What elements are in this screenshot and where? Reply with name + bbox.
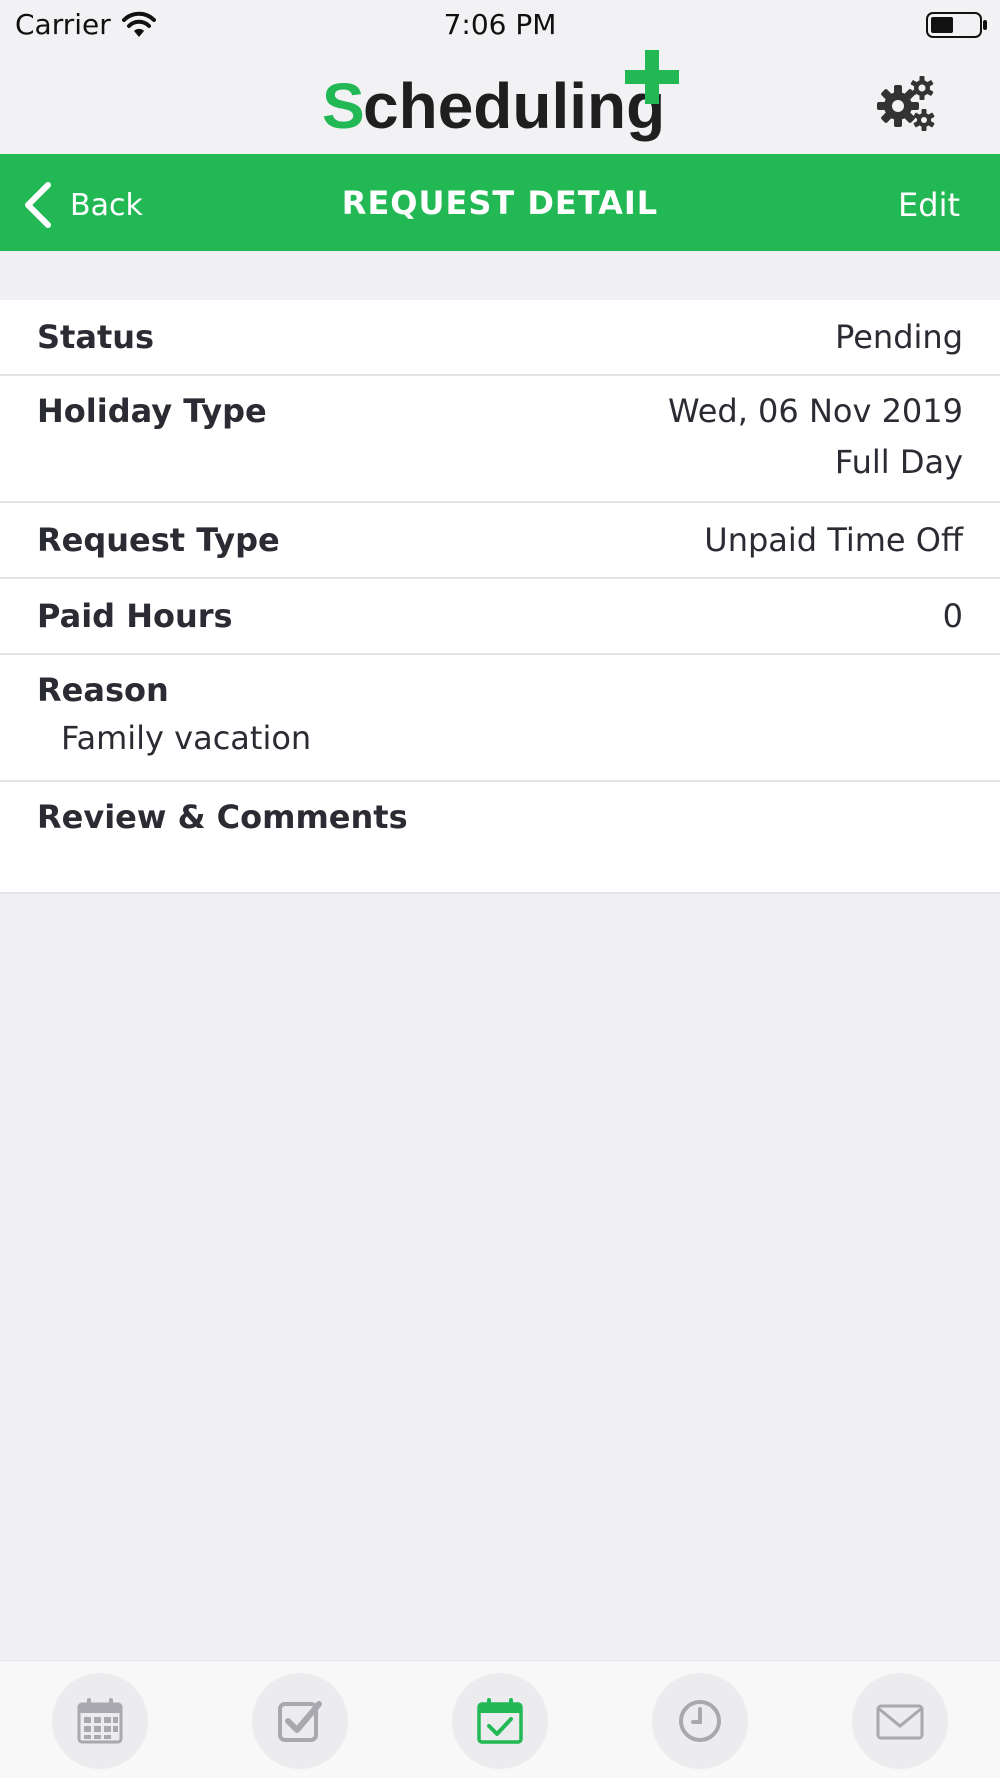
reason-row: Reason Family vacation [0,655,1000,782]
status-bar: Carrier 7:06 PM [0,0,1000,50]
paid-hours-label: Paid Hours [37,597,233,635]
checkbox-icon [278,1701,322,1742]
holiday-date: Wed, 06 Nov 2019 [667,392,963,430]
tab-bar [0,1660,1000,1778]
holiday-duration: Full Day [834,443,963,481]
review-comments-row[interactable]: Review & Comments [0,782,1000,892]
calendar-check-icon [477,1698,523,1744]
tab-calendar[interactable] [52,1673,148,1769]
request-details: Status Pending Holiday Type Wed, 06 Nov … [0,300,1000,894]
scheduling-logo: S cheduling [322,50,679,142]
edit-button[interactable]: Edit [898,186,960,224]
status-value: Pending [835,318,963,356]
reason-value: Family vacation [61,719,312,757]
holiday-type-label: Holiday Type [37,392,267,430]
gear-icon[interactable] [876,74,936,132]
app-header: S cheduling [0,50,1000,154]
mail-icon [876,1704,924,1740]
paid-hours-row: Paid Hours 0 [0,579,1000,655]
request-type-label: Request Type [37,521,280,559]
svg-text:cheduling: cheduling [363,70,665,142]
tab-timeclock[interactable] [652,1673,748,1769]
request-type-row: Request Type Unpaid Time Off [0,503,1000,579]
tab-messages[interactable] [852,1673,948,1769]
review-comments-label: Review & Comments [37,798,408,836]
reason-label: Reason [37,671,169,709]
calendar-icon [77,1698,123,1744]
clock: 7:06 PM [443,8,557,41]
svg-text:S: S [322,70,365,142]
battery-icon [926,12,987,38]
status-row: Status Pending [0,300,1000,376]
clock-icon [679,1700,721,1742]
paid-hours-value: 0 [942,597,963,635]
tab-tasks[interactable] [252,1673,348,1769]
status-label: Status [37,318,155,356]
request-type-value: Unpaid Time Off [704,521,963,559]
nav-bar: Back REQUEST DETAIL Edit [0,154,1000,251]
tab-requests[interactable] [452,1673,548,1769]
holiday-type-values: Wed, 06 Nov 2019 Full Day [668,386,963,501]
holiday-type-row: Holiday Type Wed, 06 Nov 2019 Full Day [0,376,1000,503]
page-title: REQUEST DETAIL [341,184,659,222]
